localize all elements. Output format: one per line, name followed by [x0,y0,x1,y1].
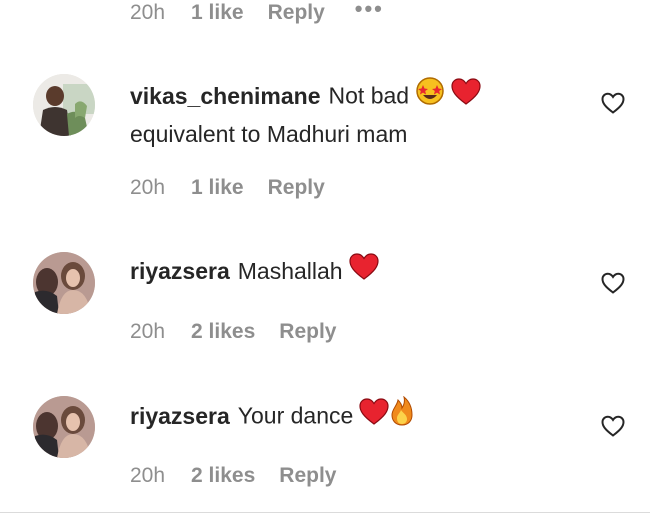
comment-text: riyazsera Your dance [130,395,413,437]
red-heart-emoji-icon [451,77,481,114]
comment-message-line2: equivalent to Madhuri mam [130,121,408,147]
comment-time: 20h [130,464,166,487]
reply-button[interactable]: Reply [268,1,325,25]
avatar[interactable] [33,252,95,314]
fire-emoji-icon [391,395,413,435]
comment-message: Your dance [237,402,354,429]
avatar[interactable] [33,396,95,458]
red-heart-emoji-icon [359,397,389,434]
comment-username[interactable]: riyazsera [130,403,230,429]
star-struck-emoji-icon [415,76,445,115]
more-options-icon[interactable]: ••• [355,0,384,22]
divider [0,512,650,513]
comment-meta: 20h 1 like Reply [130,176,325,200]
like-heart-icon[interactable] [601,415,625,437]
likes-count-link[interactable]: 2 likes [191,464,255,488]
likes-count-link[interactable]: 2 likes [191,320,255,344]
like-heart-icon[interactable] [601,92,625,114]
comment-text: vikas_chenimane Not bad equivalent to Mad… [130,76,481,151]
comment-message: Not bad [328,82,410,109]
comment-time: 20h [130,1,166,24]
avatar-image [33,74,95,136]
comment-time: 20h [130,176,166,199]
previous-comment-meta: 20h 1 like Reply ••• [130,0,384,28]
reply-button[interactable]: Reply [279,320,336,344]
likes-count-link[interactable]: 1 like [191,1,244,25]
comment-text: riyazsera Mashallah [130,253,379,291]
comment-username[interactable]: riyazsera [130,258,230,284]
avatar-image [33,396,95,458]
comment-meta: 20h 2 likes Reply [130,320,336,344]
reply-button[interactable]: Reply [279,464,336,488]
red-heart-emoji-icon [348,253,379,289]
reply-button[interactable]: Reply [268,176,325,200]
comment-time: 20h [130,320,166,343]
comment-message: Mashallah [237,258,343,284]
likes-count-link[interactable]: 1 like [191,176,244,200]
avatar-image [33,252,95,314]
comment-meta: 20h 2 likes Reply [130,464,336,488]
avatar[interactable] [33,74,95,136]
like-heart-icon[interactable] [601,272,625,294]
comment-username[interactable]: vikas_chenimane [130,83,321,109]
